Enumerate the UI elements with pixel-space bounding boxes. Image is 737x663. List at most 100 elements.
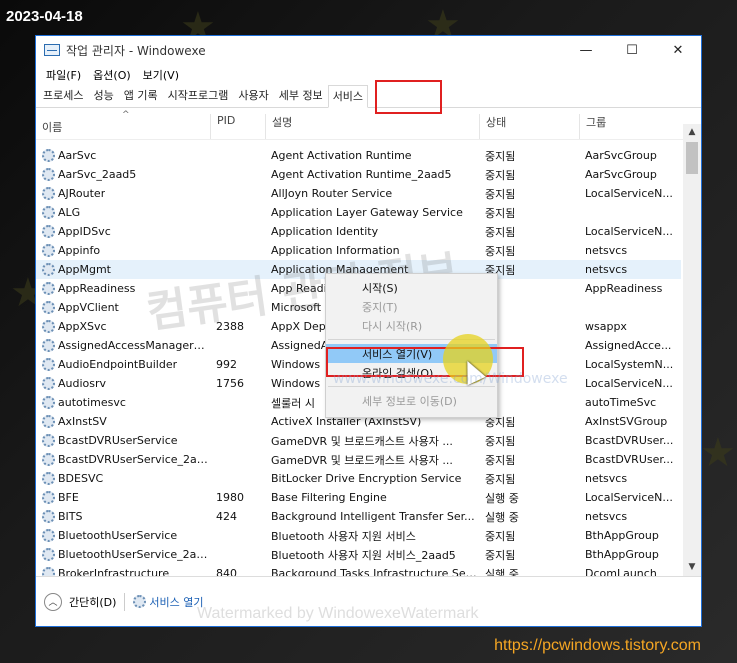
open-services-label[interactable]: 서비스 열기	[149, 594, 203, 610]
table-row[interactable]: AppIDSvc Application Identity 중지됨 LocalServ…	[36, 222, 681, 241]
service-group: AarSvcGroup	[585, 168, 657, 181]
service-pid: 840	[216, 567, 237, 576]
service-status: 실행 중	[485, 510, 519, 524]
service-name: AppMgmt	[58, 263, 111, 276]
service-description: Application Layer Gateway Service	[271, 206, 463, 219]
service-group: BthAppGroup	[585, 548, 659, 561]
service-name-cell: AppIDSvc	[36, 225, 210, 238]
menu-bar: 파일(F) 옵션(O) 보기(V)	[36, 64, 701, 86]
scroll-down-icon[interactable]: ▼	[683, 559, 701, 576]
open-services-link[interactable]: 서비스 열기	[133, 594, 204, 610]
table-row[interactable]: BluetoothUserService_2aad5 Bluetooth 사용자 …	[36, 545, 681, 564]
table-row[interactable]: AJRouter AllJoyn Router Service 중지됨 LocalSe…	[36, 184, 681, 203]
service-name: BrokerInfrastructure	[58, 567, 170, 576]
service-name-cell: AarSvc	[36, 149, 210, 162]
service-status: 중지됨	[485, 472, 516, 486]
service-gear-icon	[42, 149, 55, 162]
scroll-up-icon[interactable]: ▲	[683, 124, 701, 141]
service-name-cell: AxInstSV	[36, 415, 210, 428]
service-name: AppReadiness	[58, 282, 136, 295]
service-status: 실행 중	[485, 491, 519, 505]
service-name-cell: ALG	[36, 206, 210, 219]
table-row[interactable]: BluetoothUserService Bluetooth 사용자 지원 서비스…	[36, 526, 681, 545]
service-gear-icon	[42, 320, 55, 333]
service-pid: 1980	[216, 491, 244, 504]
ctx-go-to-details[interactable]: 세부 정보로 이동(D)	[326, 391, 497, 410]
service-name-cell: BcastDVRUserService_2aad5	[36, 453, 210, 466]
tab-processes[interactable]: 프로세스	[38, 84, 88, 107]
table-row[interactable]: BcastDVRUserService_2aad5 GameDVR 및 브로드캐스…	[36, 450, 681, 469]
close-button[interactable]: ✕	[655, 36, 701, 64]
table-row[interactable]: BITS 424 Background Intelligent Transfer S…	[36, 507, 681, 526]
tab-users[interactable]: 사용자	[233, 84, 273, 107]
table-row[interactable]: BDESVC BitLocker Drive Encryption Service…	[36, 469, 681, 488]
blog-url[interactable]: https://pcwindows.tistory.com	[494, 637, 701, 655]
service-name: Audiosrv	[58, 377, 107, 390]
service-name-cell: AudioEndpointBuilder	[36, 358, 210, 371]
window-title: 작업 관리자 - Windowexe	[66, 43, 206, 58]
service-gear-icon	[42, 491, 55, 504]
service-description: GameDVR 및 브로드캐스트 사용자 ...	[271, 453, 453, 467]
service-gear-icon	[42, 358, 55, 371]
minimize-button[interactable]: —	[563, 36, 609, 64]
table-row[interactable]: BrokerInfrastructure 840 Background Tasks …	[36, 564, 681, 576]
service-name-cell: BcastDVRUserService	[36, 434, 210, 447]
menu-view[interactable]: 보기(V)	[137, 67, 185, 83]
service-description: Bluetooth 사용자 지원 서비스_2aad5	[271, 548, 456, 562]
ctx-stop[interactable]: 중지(T)	[326, 297, 497, 316]
service-group: AssignedAcce...	[585, 339, 672, 352]
service-group: DcomLaunch	[585, 567, 657, 576]
service-group: BcastDVRUser...	[585, 434, 674, 447]
column-pid[interactable]: PID	[210, 114, 265, 139]
ctx-start[interactable]: 시작(S)	[326, 278, 497, 297]
service-name-cell: Audiosrv	[36, 377, 210, 390]
service-name: AarSvc	[58, 149, 97, 162]
service-gear-icon	[42, 187, 55, 200]
service-gear-icon	[42, 244, 55, 257]
service-status: 중지됨	[485, 453, 516, 467]
service-name-cell: Appinfo	[36, 244, 210, 257]
table-row[interactable]: AarSvc_2aad5 Agent Activation Runtime_2aa…	[36, 165, 681, 184]
tab-services[interactable]: 서비스	[327, 85, 369, 108]
table-row[interactable]: AarSvc Agent Activation Runtime 중지됨 AarSvcG…	[36, 146, 681, 165]
maximize-button[interactable]: ☐	[609, 36, 655, 64]
column-description[interactable]: 설명	[265, 114, 479, 139]
tab-app-history[interactable]: 앱 기록	[119, 84, 163, 107]
service-status: 중지됨	[485, 529, 516, 543]
ctx-restart[interactable]: 다시 시작(R)	[326, 316, 497, 335]
service-name-cell: BrokerInfrastructure	[36, 567, 210, 576]
menu-options[interactable]: 옵션(O)	[87, 67, 136, 83]
service-gear-icon	[42, 510, 55, 523]
service-status: 중지됨	[485, 149, 516, 163]
menu-file[interactable]: 파일(F)	[40, 67, 87, 83]
service-group: autoTimeSvc	[585, 396, 657, 409]
tab-details[interactable]: 세부 정보	[274, 84, 328, 107]
sort-caret-icon: ^	[122, 110, 130, 120]
service-group: LocalServiceN...	[585, 225, 673, 238]
scroll-thumb[interactable]	[686, 142, 698, 174]
service-name-cell: AssignedAccessManagerSvc	[36, 339, 210, 352]
service-status: 중지됨	[485, 434, 516, 448]
table-row[interactable]: BcastDVRUserService GameDVR 및 브로드캐스트 사용자 …	[36, 431, 681, 450]
column-name[interactable]: 이름	[36, 119, 210, 135]
tab-startup[interactable]: 시작프로그램	[163, 84, 234, 107]
service-gear-icon	[42, 301, 55, 314]
bottom-watermark: Watermarked by WindowexeWatermark	[197, 605, 479, 622]
column-status[interactable]: 상태	[479, 114, 579, 139]
collapse-chevron-icon[interactable]: ︿	[44, 592, 62, 611]
service-name: ALG	[58, 206, 81, 219]
service-status: 중지됨	[485, 187, 516, 201]
service-name: BluetoothUserService	[58, 529, 178, 542]
table-row[interactable]: BFE 1980 Base Filtering Engine 실행 중 LocalSer…	[36, 488, 681, 507]
title-bar[interactable]: 작업 관리자 - Windowexe — ☐ ✕	[36, 36, 701, 64]
services-gear-icon	[133, 595, 147, 608]
service-group: AarSvcGroup	[585, 149, 657, 162]
column-group[interactable]: 그룹	[579, 114, 674, 139]
table-row[interactable]: ALG Application Layer Gateway Service 중지됨	[36, 203, 681, 222]
tab-performance[interactable]: 성능	[88, 84, 118, 107]
vertical-scrollbar[interactable]: ▲ ▼	[683, 124, 701, 576]
service-gear-icon	[42, 548, 55, 561]
service-name-cell: BFE	[36, 491, 210, 504]
service-pid: 424	[216, 510, 237, 523]
collapse-label[interactable]: 간단히(D)	[69, 594, 116, 610]
